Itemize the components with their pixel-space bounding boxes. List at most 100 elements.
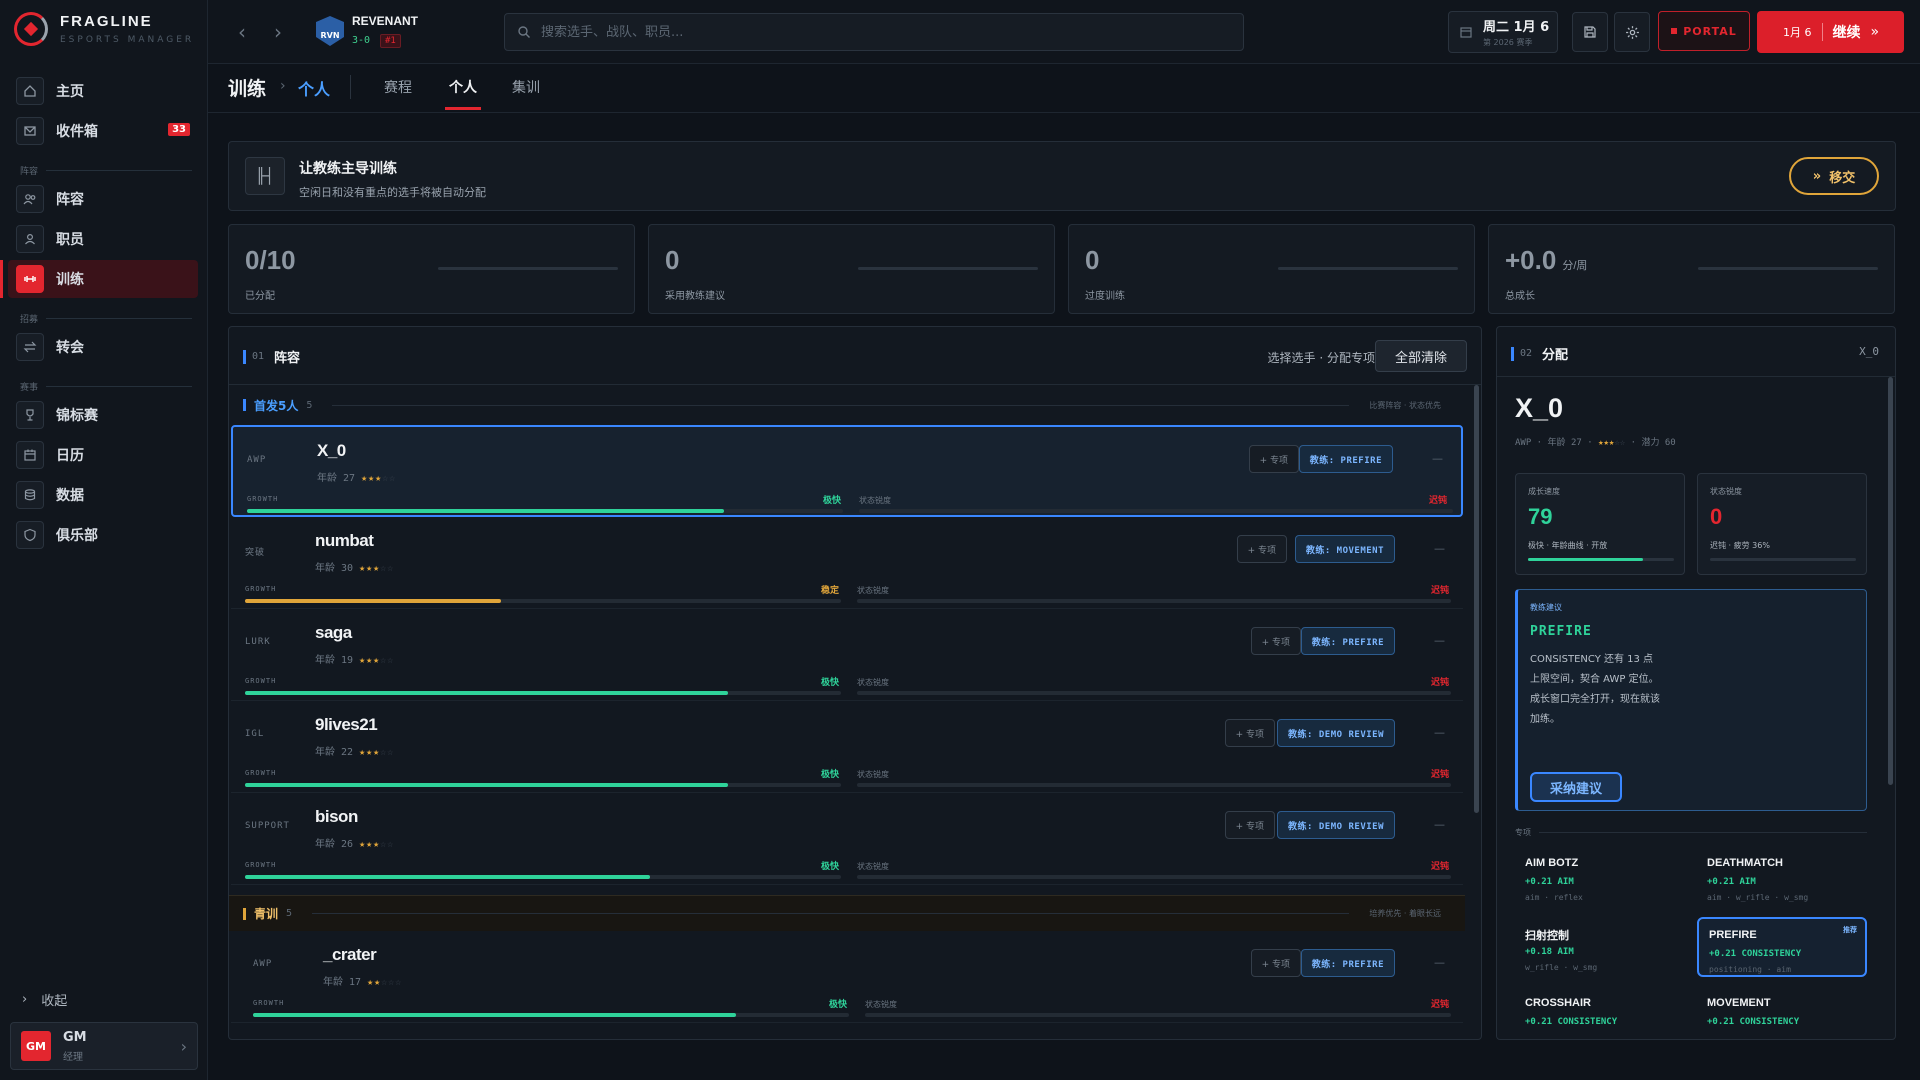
avatar: GM	[21, 1031, 51, 1061]
growth-bar	[245, 783, 841, 787]
player-name: numbat	[315, 531, 374, 550]
group-header-starters: 首发5人 5 比赛阵容 · 状态优先	[229, 387, 1465, 423]
roster-scrollbar[interactable]	[1474, 385, 1479, 813]
player-role: AWP	[247, 455, 267, 465]
handoff-button[interactable]: » 移交	[1789, 157, 1879, 195]
add-spec-button[interactable]: + 专项	[1250, 949, 1301, 977]
stat-value: 0	[1085, 245, 1100, 275]
add-spec-button[interactable]: + 专项	[1236, 535, 1287, 563]
group-count: 5	[306, 399, 313, 411]
dumbbell-icon: ╟┤	[245, 157, 285, 195]
settings-button[interactable]	[1614, 12, 1650, 52]
adopt-advice-button[interactable]: 采纳建议	[1530, 772, 1622, 802]
group-note: 比赛阵容 · 状态优先	[1369, 400, 1441, 410]
portal-button[interactable]: PORTAL	[1658, 11, 1750, 51]
continue-button[interactable]: 1月 6 继续 »	[1757, 11, 1904, 53]
growth-bar	[253, 1013, 849, 1017]
player-row[interactable]: SUPPORT bison 年龄 26 ★★★☆☆ + 专项 教练: DEMO R…	[231, 793, 1463, 885]
forward-arrow-icon[interactable]: ›	[274, 20, 282, 44]
spec-card[interactable]: MOVEMENT +0.21 CONSISTENCY	[1697, 987, 1867, 1039]
player-row[interactable]: LURK saga 年龄 19 ★★★☆☆ + 专项 教练: PREFIRE — …	[231, 609, 1463, 701]
state-status: 迟钝	[1430, 586, 1449, 596]
chevron-right-icon: ›	[22, 992, 28, 1007]
add-spec-button[interactable]: + 专项	[1250, 627, 1301, 655]
tab-schedule[interactable]: 赛程	[384, 77, 412, 97]
tab-bootcamp[interactable]: 集训	[512, 77, 540, 97]
coach-spec-button[interactable]: 教练: DEMO REVIEW	[1277, 719, 1395, 747]
state-status: 迟钝	[1430, 770, 1449, 780]
add-spec-button[interactable]: + 专项	[1224, 719, 1275, 747]
spec-attributes: aim · w_rifle · w_smg	[1707, 893, 1809, 902]
spec-card[interactable]: 扫射控制 +0.18 AIM w_rifle · w_smg	[1515, 917, 1685, 977]
state-bar	[857, 599, 1451, 603]
add-spec-button[interactable]: + 专项	[1224, 811, 1275, 839]
group-header-youth: 青训 5 培养优先 · 着眼长远	[229, 895, 1465, 931]
sidebar-item-club[interactable]: 俱乐部	[8, 516, 198, 554]
advice-title: PREFIRE	[1530, 624, 1592, 639]
sidebar: FRAGLINE ESPORTS MANAGER 主页 收件箱 33 阵容 阵容…	[0, 0, 208, 1080]
app-subtitle: ESPORTS MANAGER	[60, 35, 195, 45]
logo-icon	[14, 12, 48, 46]
state-label: 状态锐度	[857, 770, 889, 779]
stat-bar	[438, 267, 618, 270]
save-icon	[1584, 26, 1596, 38]
group-title: 青训	[254, 907, 279, 921]
spec-card[interactable]: PREFIRE +0.21 CONSISTENCY positioning · …	[1697, 917, 1867, 977]
spec-name: 扫射控制	[1525, 930, 1569, 942]
back-arrow-icon[interactable]: ‹	[238, 20, 246, 44]
coach-spec-button[interactable]: 教练: PREFIRE	[1300, 949, 1395, 977]
spec-card[interactable]: DEATHMATCH +0.21 AIM aim · w_rifle · w_s…	[1697, 847, 1867, 907]
app-name: FRAGLINE	[60, 13, 153, 30]
sidebar-item-home[interactable]: 主页	[8, 72, 198, 110]
panel-header: 01 阵容 选择选手 · 分配专项 全部清除	[229, 327, 1481, 385]
coach-spec-button[interactable]: 教练: DEMO REVIEW	[1277, 811, 1395, 839]
coach-spec-button[interactable]: 教练: PREFIRE	[1300, 627, 1395, 655]
player-row[interactable]: 突破 numbat 年龄 30 ★★★☆☆ + 专项 教练: MOVEMENT —…	[231, 517, 1463, 609]
breadcrumb-separator-icon: ›	[280, 78, 286, 94]
collapse-sidebar-button[interactable]: › 收起	[22, 990, 67, 1009]
allocation-scrollbar[interactable]	[1888, 377, 1893, 785]
sidebar-item-label: 主页	[56, 84, 84, 100]
spec-card[interactable]: AIM BOTZ +0.21 AIM aim · reflex	[1515, 847, 1685, 907]
spec-card[interactable]: CROSSHAIR +0.21 CONSISTENCY	[1515, 987, 1685, 1039]
assigned-spec-placeholder: —	[1432, 452, 1443, 465]
state-bar	[865, 1013, 1451, 1017]
coach-spec-button[interactable]: 教练: MOVEMENT	[1294, 535, 1395, 563]
sidebar-item-roster[interactable]: 阵容	[8, 180, 198, 218]
add-spec-button[interactable]: + 专项	[1248, 445, 1299, 473]
player-row[interactable]: AWP _crater 年龄 17 ★★☆☆☆ + 专项 教练: PREFIRE …	[231, 931, 1463, 1023]
user-profile[interactable]: GM GM 经理 ›	[10, 1022, 198, 1070]
sidebar-item-label: 日历	[56, 448, 84, 464]
date-display[interactable]: 周二 1月 6 第 2026 赛季	[1448, 11, 1558, 53]
state-label: 状态锐度	[865, 1000, 897, 1009]
sidebar-item-transfers[interactable]: 转会	[8, 328, 198, 366]
coach-spec-button[interactable]: 教练: PREFIRE	[1298, 445, 1393, 473]
growth-bar	[245, 599, 841, 603]
sidebar-item-label: 锦标赛	[56, 408, 98, 424]
player-row[interactable]: AWP X_0 年龄 27 ★★★☆☆ + 专项 教练: PREFIRE — GR…	[231, 425, 1463, 517]
state-sharpness-value: 0	[1710, 504, 1723, 529]
tab-individual[interactable]: 个人	[445, 77, 481, 110]
state-label: 状态锐度	[857, 678, 889, 687]
player-name: bison	[315, 807, 358, 826]
stat-value: 0/10	[245, 245, 296, 275]
clear-all-button[interactable]: 全部清除	[1375, 340, 1467, 372]
save-button[interactable]	[1572, 12, 1608, 52]
app-logo[interactable]: FRAGLINE ESPORTS MANAGER	[14, 12, 194, 46]
section-label: 赛事	[20, 380, 192, 393]
player-age: 年龄 17 ★★☆☆☆	[323, 977, 403, 988]
sidebar-item-staff[interactable]: 职员	[8, 220, 198, 258]
search-bar[interactable]	[504, 13, 1244, 51]
team-logo[interactable]: RVN	[316, 16, 344, 46]
player-role: AWP	[253, 959, 273, 969]
search-input[interactable]	[541, 24, 1221, 40]
player-row[interactable]: IGL 9lives21 年龄 22 ★★★☆☆ + 专项 教练: DEMO RE…	[231, 701, 1463, 793]
growth-label: GROWTH	[245, 677, 277, 685]
sidebar-item-tournaments[interactable]: 锦标赛	[8, 396, 198, 434]
sidebar-item-inbox[interactable]: 收件箱 33	[8, 112, 198, 150]
sidebar-item-data[interactable]: 数据	[8, 476, 198, 514]
sidebar-item-calendar[interactable]: 日历	[8, 436, 198, 474]
breadcrumb-section[interactable]: 训练	[228, 74, 266, 101]
user-name: GM	[63, 1029, 87, 1045]
sidebar-item-training[interactable]: 训练	[0, 260, 198, 298]
